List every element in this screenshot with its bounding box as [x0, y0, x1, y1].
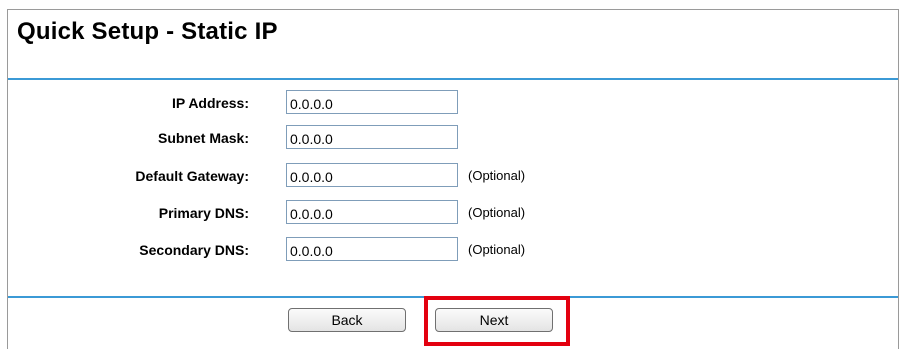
ip-address-row: IP Address:: [8, 90, 898, 118]
quick-setup-panel: Quick Setup - Static IP IP Address: Subn…: [7, 9, 899, 349]
default-gateway-label: Default Gateway:: [135, 168, 249, 184]
default-gateway-row: Default Gateway: (Optional): [8, 163, 898, 191]
title-bar: Quick Setup - Static IP: [8, 10, 898, 78]
ip-address-label: IP Address:: [171, 95, 249, 111]
subnet-mask-label: Subnet Mask:: [157, 130, 249, 146]
primary-dns-optional-note: (Optional): [468, 205, 526, 220]
ip-address-input[interactable]: [286, 90, 458, 114]
page-title: Quick Setup - Static IP: [17, 18, 278, 45]
primary-dns-input[interactable]: [286, 200, 458, 224]
next-button[interactable]: Next: [435, 308, 553, 332]
secondary-dns-row: Secondary DNS: (Optional): [8, 237, 898, 265]
default-gateway-optional-note: (Optional): [468, 168, 526, 183]
secondary-dns-label: Secondary DNS:: [139, 242, 249, 258]
secondary-dns-optional-note: (Optional): [468, 242, 526, 257]
subnet-mask-input[interactable]: [286, 125, 458, 149]
subnet-mask-row: Subnet Mask:: [8, 125, 898, 153]
footer-divider: [8, 296, 898, 298]
primary-dns-label: Primary DNS:: [158, 205, 249, 221]
secondary-dns-input[interactable]: [286, 237, 458, 261]
primary-dns-row: Primary DNS: (Optional): [8, 200, 898, 228]
default-gateway-input[interactable]: [286, 163, 458, 187]
header-divider: [8, 78, 898, 80]
back-button[interactable]: Back: [288, 308, 406, 332]
